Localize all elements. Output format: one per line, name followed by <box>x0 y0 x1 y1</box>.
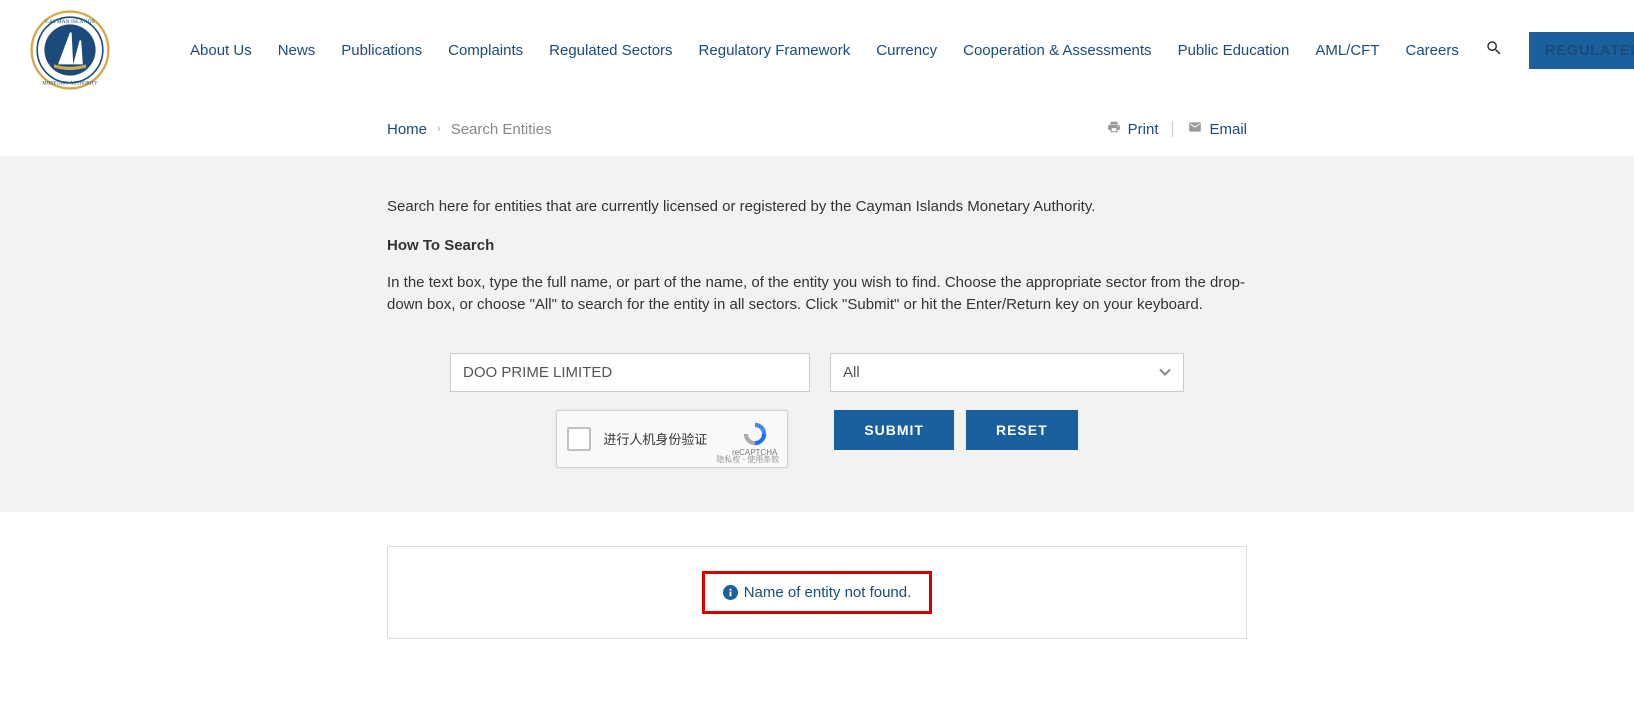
result-box: Name of entity not found. <box>387 546 1247 639</box>
recaptcha-footer: 隐私权 - 使用条款 <box>716 454 779 465</box>
sector-select-value: All <box>831 354 1183 391</box>
email-label: Email <box>1209 121 1247 138</box>
search-section: Search here for entities that are curren… <box>0 156 1634 512</box>
breadcrumb-home[interactable]: Home <box>387 121 427 138</box>
recaptcha-branding: reCAPTCHA <box>732 420 777 458</box>
nav-about-us[interactable]: About Us <box>190 42 252 59</box>
reset-button[interactable]: RESET <box>966 410 1078 450</box>
chevron-down-icon <box>1159 364 1171 381</box>
envelope-icon <box>1187 120 1203 138</box>
nav-public-education[interactable]: Public Education <box>1178 42 1290 59</box>
submit-button[interactable]: SUBMIT <box>834 410 954 450</box>
site-header: CAYMAN ISLANDS MONETARY AUTHORITY About … <box>0 0 1634 100</box>
entity-search-input[interactable] <box>450 353 810 392</box>
recaptcha-widget[interactable]: 进行人机身份验证 reCAPTCHA 隐私权 - 使用条款 <box>556 410 788 468</box>
nav-publications[interactable]: Publications <box>341 42 422 59</box>
print-icon <box>1106 120 1122 138</box>
nav-regulated-sectors[interactable]: Regulated Sectors <box>549 42 672 59</box>
search-form-row: All <box>387 353 1247 392</box>
nav-news[interactable]: News <box>278 42 316 59</box>
regulated-entities-button[interactable]: REGULATED ENTITIES <box>1529 32 1634 69</box>
result-section: Name of entity not found. <box>0 512 1634 673</box>
main-nav: About Us News Publications Complaints Re… <box>190 32 1634 69</box>
recaptcha-logo-icon <box>741 420 769 448</box>
captcha-row: 进行人机身份验证 reCAPTCHA 隐私权 - 使用条款 SUBMIT RES… <box>387 410 1247 468</box>
intro-text: Search here for entities that are curren… <box>387 196 1247 219</box>
recaptcha-checkbox[interactable] <box>567 427 591 451</box>
nav-aml-cft[interactable]: AML/CFT <box>1315 42 1379 59</box>
page-actions: Print Email <box>1106 120 1247 138</box>
sector-select[interactable]: All <box>830 353 1184 392</box>
form-buttons: SUBMIT RESET <box>834 410 1077 450</box>
svg-text:CAYMAN ISLANDS: CAYMAN ISLANDS <box>45 19 94 25</box>
nav-complaints[interactable]: Complaints <box>448 42 523 59</box>
recaptcha-label: 进行人机身份验证 <box>603 429 732 448</box>
nav-careers[interactable]: Careers <box>1405 42 1458 59</box>
howto-text: In the text box, type the full name, or … <box>387 272 1247 317</box>
nav-currency[interactable]: Currency <box>876 42 937 59</box>
print-label: Print <box>1128 121 1159 138</box>
email-link[interactable]: Email <box>1187 120 1247 138</box>
breadcrumb: Home › Search Entities <box>387 121 552 138</box>
not-found-highlight: Name of entity not found. <box>702 571 933 614</box>
nav-regulatory-framework[interactable]: Regulatory Framework <box>699 42 851 59</box>
svg-text:MONETARY AUTHORITY: MONETARY AUTHORITY <box>42 81 98 86</box>
print-link[interactable]: Print <box>1106 120 1159 138</box>
nav-cooperation-assessments[interactable]: Cooperation & Assessments <box>963 42 1151 59</box>
chevron-right-icon: › <box>437 123 441 135</box>
breadcrumb-current: Search Entities <box>451 121 552 138</box>
howto-title: How To Search <box>387 237 1247 254</box>
subheader: Home › Search Entities Print Email <box>387 100 1247 156</box>
action-divider <box>1172 121 1173 137</box>
result-message: Name of entity not found. <box>744 584 912 601</box>
site-logo: CAYMAN ISLANDS MONETARY AUTHORITY <box>30 10 110 90</box>
search-icon[interactable] <box>1485 39 1503 61</box>
info-circle-icon <box>723 585 738 600</box>
